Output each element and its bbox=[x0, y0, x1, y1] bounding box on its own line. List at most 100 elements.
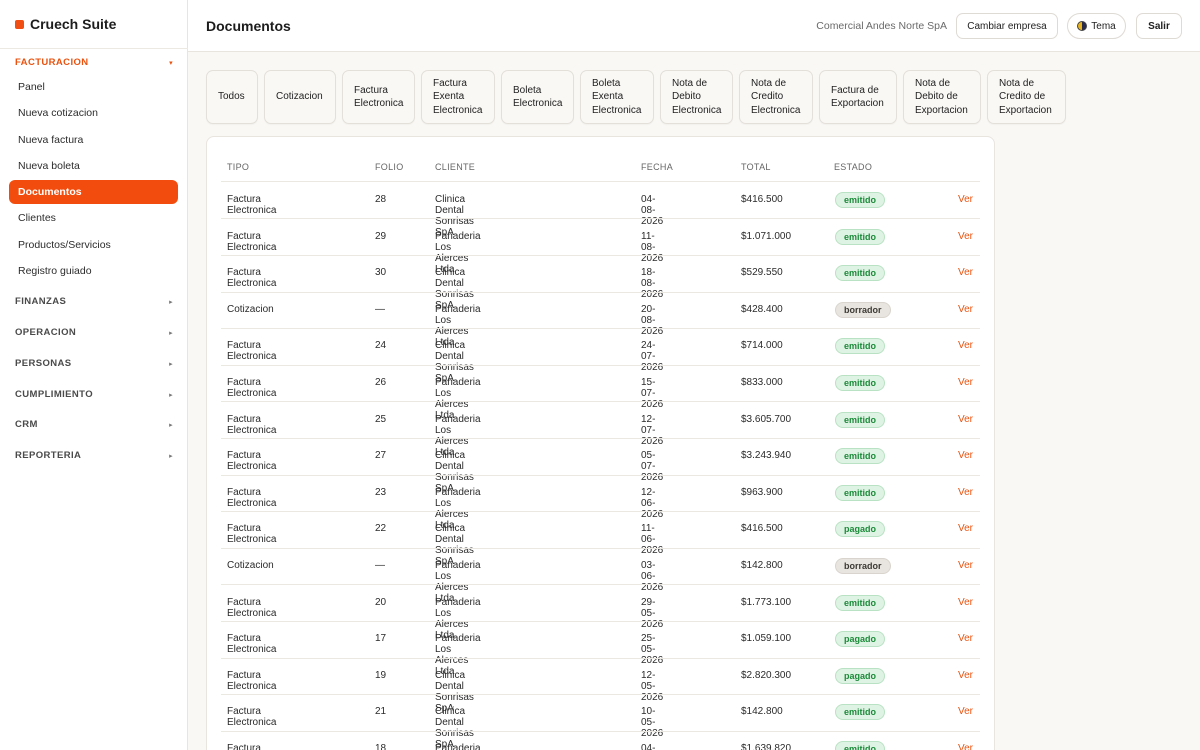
change-company-button[interactable]: Cambiar empresa bbox=[956, 13, 1058, 39]
view-link[interactable]: Ver bbox=[958, 377, 973, 388]
cell-total: $142.800 bbox=[741, 706, 783, 718]
cell-tipo: Factura Electronica bbox=[227, 633, 277, 656]
sidebar-item-nueva-factura[interactable]: Nueva factura bbox=[9, 128, 178, 152]
filter-tab-nota-de-debito-electronica[interactable]: Nota de Debito Electronica bbox=[660, 70, 733, 124]
cell-tipo: Factura Electronica bbox=[227, 267, 277, 290]
view-link[interactable]: Ver bbox=[958, 340, 973, 351]
view-link[interactable]: Ver bbox=[958, 670, 973, 681]
cell-folio: 27 bbox=[375, 450, 387, 462]
cell-total: $963.900 bbox=[741, 486, 783, 498]
sidebar-item-registro-guiado[interactable]: Registro guiado bbox=[9, 259, 178, 283]
sidebar-item-productos-servicios[interactable]: Productos/Servicios bbox=[9, 233, 178, 257]
sidebar-section-operacion[interactable]: OPERACION ▸ bbox=[15, 327, 173, 338]
divider bbox=[221, 438, 980, 439]
sidebar-section-crm[interactable]: CRM ▸ bbox=[15, 419, 173, 430]
cell-fecha: 12-07-2026 bbox=[641, 413, 664, 447]
view-link[interactable]: Ver bbox=[958, 304, 973, 315]
filter-tab-nota-de-credito-de-exportacion[interactable]: Nota de Credito de Exportacion bbox=[987, 70, 1066, 124]
cell-fecha: 29-05-2026 bbox=[641, 596, 664, 630]
page-title: Documentos bbox=[206, 18, 291, 34]
filter-tab-boleta-exenta-electronica[interactable]: Boleta Exenta Electronica bbox=[580, 70, 654, 124]
sidebar-section-reporteria[interactable]: REPORTERIA ▸ bbox=[15, 450, 173, 461]
caret-right-icon: ▸ bbox=[169, 298, 173, 306]
filter-tab-nota-de-credito-electronica[interactable]: Nota de Credito Electronica bbox=[739, 70, 813, 124]
status-badge: emitido bbox=[835, 448, 886, 465]
status-badge: emitido bbox=[835, 375, 886, 391]
cell-total: $416.500 bbox=[741, 523, 783, 535]
cell-fecha: 25-05-2026 bbox=[641, 633, 664, 667]
cell-folio: 18 bbox=[375, 743, 387, 750]
divider bbox=[221, 548, 980, 549]
cell-folio: 29 bbox=[375, 230, 387, 242]
filter-tab-cotizacion[interactable]: Cotizacion bbox=[264, 70, 336, 124]
cell-folio: 21 bbox=[375, 706, 387, 718]
divider bbox=[221, 694, 980, 695]
view-link[interactable]: Ver bbox=[958, 231, 973, 242]
sidebar-section-personas[interactable]: PERSONAS ▸ bbox=[15, 358, 173, 369]
divider bbox=[221, 584, 980, 585]
cell-tipo: Factura Electronica bbox=[227, 743, 261, 750]
logout-button[interactable]: Salir bbox=[1136, 13, 1182, 39]
brand-name: Cruech Suite bbox=[30, 16, 117, 32]
column-header-tipo[interactable]: TIPO bbox=[227, 162, 249, 172]
brand-logo-icon bbox=[15, 19, 24, 29]
cell-fecha: 24-07-2026 bbox=[641, 340, 664, 374]
column-header-fecha[interactable]: FECHA bbox=[641, 162, 673, 172]
view-link[interactable]: Ver bbox=[958, 194, 973, 205]
cell-fecha: 20-08-2026 bbox=[641, 303, 664, 337]
brand: Cruech Suite bbox=[0, 0, 187, 48]
filter-tab-factura-de-exportacion[interactable]: Factura de Exportacion bbox=[819, 70, 897, 124]
sidebar-item-nueva-cotizacion[interactable]: Nueva cotizacion bbox=[9, 101, 178, 125]
sidebar-section-label: OPERACION bbox=[15, 327, 77, 338]
filter-tab-todos[interactable]: Todos bbox=[206, 70, 258, 124]
cell-fecha: 12-05-2026 bbox=[641, 669, 664, 703]
view-link[interactable]: Ver bbox=[958, 743, 973, 750]
sidebar-section-facturacion[interactable]: FACTURACION ▾ bbox=[15, 57, 173, 68]
sidebar-item-clientes[interactable]: Clientes bbox=[9, 206, 178, 230]
divider bbox=[221, 658, 980, 659]
cell-folio: 30 bbox=[375, 267, 387, 279]
cell-folio: 19 bbox=[375, 669, 387, 681]
column-header-total[interactable]: TOTAL bbox=[741, 162, 771, 172]
status-badge: pagado bbox=[835, 521, 886, 538]
cell-tipo: Factura Electronica bbox=[227, 377, 277, 399]
column-header-cliente[interactable]: CLIENTE bbox=[435, 162, 475, 172]
top-header: Documentos Comercial Andes Norte SpA Cam… bbox=[188, 0, 1200, 52]
caret-right-icon: ▸ bbox=[169, 360, 173, 368]
caret-right-icon: ▸ bbox=[169, 391, 173, 399]
divider bbox=[221, 475, 980, 476]
filter-tab-nota-de-debito-de-exportacion[interactable]: Nota de Debito de Exportacion bbox=[903, 70, 981, 124]
filter-tab-factura-electronica[interactable]: Factura Electronica bbox=[342, 70, 415, 124]
cell-total: $714.000 bbox=[741, 340, 783, 352]
divider bbox=[221, 181, 980, 182]
view-link[interactable]: Ver bbox=[958, 633, 973, 644]
theme-toggle-button[interactable]: Tema bbox=[1067, 13, 1126, 39]
column-header-estado[interactable]: ESTADO bbox=[834, 162, 872, 172]
sidebar-item-panel[interactable]: Panel bbox=[9, 75, 178, 99]
view-link[interactable]: Ver bbox=[958, 267, 973, 278]
view-link[interactable]: Ver bbox=[958, 414, 973, 425]
sidebar-item-documentos[interactable]: Documentos bbox=[9, 180, 178, 204]
view-link[interactable]: Ver bbox=[958, 706, 973, 717]
view-link[interactable]: Ver bbox=[958, 597, 973, 608]
cell-total: $2.820.300 bbox=[741, 669, 792, 681]
sidebar-section-finanzas[interactable]: FINANZAS ▸ bbox=[15, 296, 173, 307]
filter-tab-factura-exenta-electronica[interactable]: Factura Exenta Electronica bbox=[421, 70, 495, 124]
filter-tab-boleta-electronica[interactable]: Boleta Electronica bbox=[501, 70, 574, 124]
view-link[interactable]: Ver bbox=[958, 560, 973, 571]
cell-folio: 24 bbox=[375, 340, 387, 352]
sidebar-section-label: FINANZAS bbox=[15, 296, 67, 307]
view-link[interactable]: Ver bbox=[958, 487, 973, 498]
divider bbox=[221, 401, 980, 402]
cell-fecha: 18-08-2026 bbox=[641, 267, 664, 301]
cell-fecha: 12-06-2026 bbox=[641, 486, 664, 520]
view-link[interactable]: Ver bbox=[958, 523, 973, 534]
sidebar-section-cumplimiento[interactable]: CUMPLIMIENTO ▸ bbox=[15, 389, 173, 400]
divider bbox=[221, 621, 980, 622]
cell-fecha: 15-07-2026 bbox=[641, 377, 664, 410]
sidebar-item-nueva-boleta[interactable]: Nueva boleta bbox=[9, 154, 178, 178]
divider bbox=[221, 292, 980, 293]
cell-folio: 20 bbox=[375, 596, 387, 608]
view-link[interactable]: Ver bbox=[958, 450, 973, 461]
column-header-folio[interactable]: FOLIO bbox=[375, 162, 404, 172]
